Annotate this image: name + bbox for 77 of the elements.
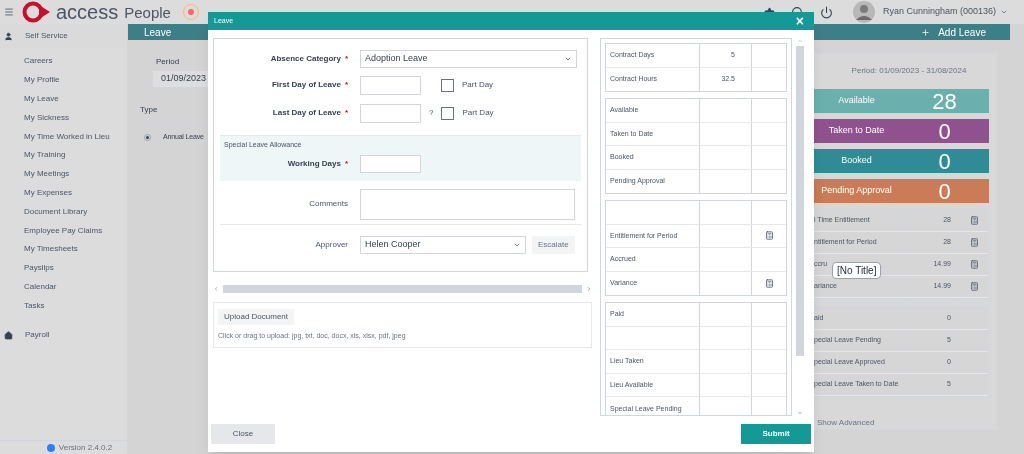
required-marker: * — [344, 157, 348, 170]
field-label: Working Days — [287, 157, 341, 170]
required-marker: * — [344, 79, 348, 91]
summary-period: Period: 01/09/2023 - 31/08/2024 — [850, 65, 968, 77]
caret-icon[interactable] — [1000, 8, 1008, 16]
power-icon[interactable] — [819, 5, 833, 19]
sidebar-item[interactable]: Careers — [0, 52, 127, 71]
sidebar-item[interactable]: My Training — [0, 146, 127, 165]
calculator-icon[interactable] — [764, 278, 774, 288]
field-label: Comments — [309, 198, 348, 210]
field-label: Absence Category — [270, 53, 341, 65]
calculator-icon[interactable] — [969, 216, 979, 225]
calculator-icon[interactable] — [969, 238, 979, 247]
field-label: First Day of Leave — [271, 79, 341, 91]
stat-tile: Available 28 — [813, 89, 989, 113]
vertical-scrollbar[interactable] — [795, 38, 804, 416]
sidebar-item[interactable]: Tasks — [0, 296, 127, 316]
sidebar-item[interactable]: My Meetings — [0, 164, 127, 184]
sidebar-section[interactable]: Payroll — [0, 323, 127, 348]
calculator-icon[interactable] — [969, 282, 979, 291]
horizontal-scrollbar[interactable] — [213, 283, 592, 294]
sidebar-item[interactable]: My Expenses — [0, 183, 127, 203]
person-icon — [4, 31, 13, 41]
sidebar-item[interactable]: My Profile — [0, 70, 127, 90]
help-mark[interactable]: ? — [429, 107, 434, 119]
sidebar-item[interactable]: Document Library — [0, 202, 127, 222]
category-select[interactable]: Adoption Leave — [360, 50, 577, 68]
approver-select[interactable]: Helen Cooper — [360, 235, 526, 254]
logo-icon — [22, 1, 52, 23]
close-dialog-button[interactable]: Close — [211, 424, 275, 444]
stat-tile: Booked 0 — [813, 149, 989, 173]
calculator-icon[interactable] — [764, 231, 774, 241]
field-label: Last Day of Leave — [272, 107, 341, 119]
checkbox-label: Part Day — [462, 79, 494, 91]
avatar — [852, 1, 875, 23]
sidebar-item[interactable]: Employee Pay Claims — [0, 221, 127, 240]
required-marker: * — [344, 53, 348, 65]
scroll-down-icon[interactable] — [796, 410, 803, 416]
sidebar-item[interactable]: Payslips — [0, 258, 127, 278]
menu-icon[interactable] — [4, 7, 14, 17]
checkbox[interactable] — [441, 106, 455, 120]
date-field[interactable] — [360, 75, 421, 95]
working-days-field[interactable] — [360, 154, 421, 173]
upload-button[interactable]: Upload Document — [218, 308, 295, 325]
checkbox-label: Part Day — [462, 107, 494, 119]
sidebar-item[interactable]: My Leave — [0, 89, 127, 109]
info-icon — [46, 443, 55, 452]
sidebar-item[interactable]: My Time Worked in Lieu — [0, 127, 127, 146]
chevron-down-icon — [564, 55, 572, 63]
sidebar-item[interactable]: My Sickness — [0, 108, 127, 128]
date-field[interactable] — [360, 103, 421, 123]
scroll-up-icon[interactable] — [796, 38, 803, 44]
sidebar-item[interactable]: My Timesheets — [0, 239, 127, 259]
close-button[interactable]: × — [791, 14, 808, 28]
comments-field[interactable] — [360, 188, 575, 220]
page-title: Leave — [144, 25, 172, 40]
scroll-right-icon[interactable] — [586, 285, 592, 292]
scroll-left-icon[interactable] — [213, 285, 219, 292]
stat-tile: Pending Approval 0 — [813, 179, 989, 203]
stat-tile: Taken to Date 0 — [813, 119, 989, 143]
period-label: Period — [156, 56, 180, 68]
field-label: Approver — [315, 238, 348, 251]
escalate-button[interactable]: Escalate — [532, 235, 575, 254]
plus-icon — [921, 27, 931, 37]
submit-button[interactable]: Submit — [741, 424, 811, 444]
required-marker: * — [344, 107, 348, 119]
product-name: People — [124, 4, 171, 20]
sidebar-item[interactable]: Calendar — [0, 277, 127, 297]
calculator-icon[interactable] — [969, 260, 979, 269]
show-advanced-link[interactable]: Show Advanced — [813, 417, 989, 429]
version-text: Version 2.4.0.2 — [58, 441, 113, 454]
home-icon — [4, 330, 13, 340]
add-leave-button[interactable]: Add Leave — [921, 24, 994, 40]
checkbox[interactable] — [441, 78, 454, 92]
tooltip: [No Title] — [832, 262, 882, 279]
logo-text: access — [56, 2, 119, 22]
user-name[interactable]: Ryan Cunningham (000136) — [882, 5, 996, 19]
